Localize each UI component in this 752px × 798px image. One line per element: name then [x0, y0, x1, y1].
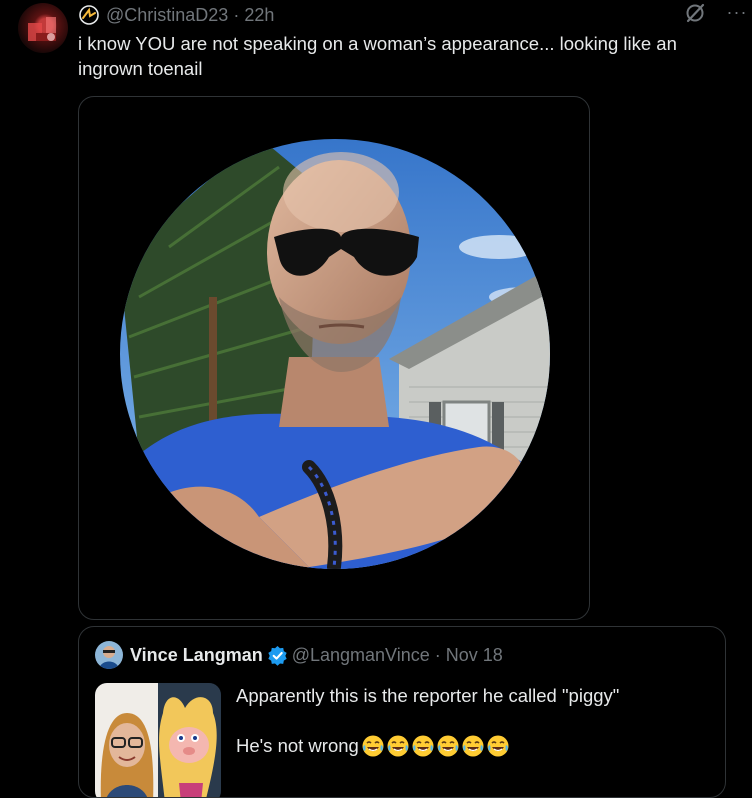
quote-author-name[interactable]: Vince Langman — [130, 645, 263, 666]
laughing-emoji-icon — [412, 735, 434, 756]
quote-separator: · — [434, 644, 441, 665]
tweet-header: @ChristinaD23 · 22h — [78, 2, 738, 28]
header-separator: · — [233, 4, 240, 25]
quote-author-handle[interactable]: @LangmanVince — [292, 645, 430, 666]
quote-header: Vince Langman @LangmanVince · Nov 18 — [95, 641, 503, 669]
quote-thumbnail[interactable] — [95, 683, 221, 797]
laughing-emoji-icon — [437, 735, 459, 756]
quote-text-line2: He's not wrong — [236, 735, 359, 756]
quote-text-line1: Apparently this is the reporter he calle… — [236, 685, 620, 706]
tweet-text: i know YOU are not speaking on a woman’s… — [78, 33, 677, 79]
quoted-tweet[interactable]: Vince Langman @LangmanVince · Nov 18 App… — [78, 626, 726, 798]
laughing-emoji-icon — [487, 735, 509, 756]
tweet-image[interactable] — [78, 96, 590, 620]
laughing-emoji-icon — [362, 735, 384, 756]
quote-text: Apparently this is the reporter he calle… — [236, 683, 619, 758]
author-avatar[interactable] — [18, 3, 68, 53]
more-icon[interactable]: ··· — [722, 0, 752, 24]
grok-icon[interactable] — [684, 2, 706, 24]
laughing-emoji-icon — [462, 735, 484, 756]
quote-timestamp[interactable]: Nov 18 — [446, 645, 503, 666]
emoji-row — [361, 734, 511, 758]
quote-text-line2-row: He's not wrong — [236, 733, 619, 758]
quote-avatar[interactable] — [95, 641, 123, 669]
author-handle[interactable]: @ChristinaD23 — [106, 5, 228, 26]
verified-icon — [268, 645, 287, 666]
laughing-emoji-icon — [387, 735, 409, 756]
badge-icon — [79, 5, 99, 25]
tweet-timestamp[interactable]: 22h — [244, 5, 274, 26]
